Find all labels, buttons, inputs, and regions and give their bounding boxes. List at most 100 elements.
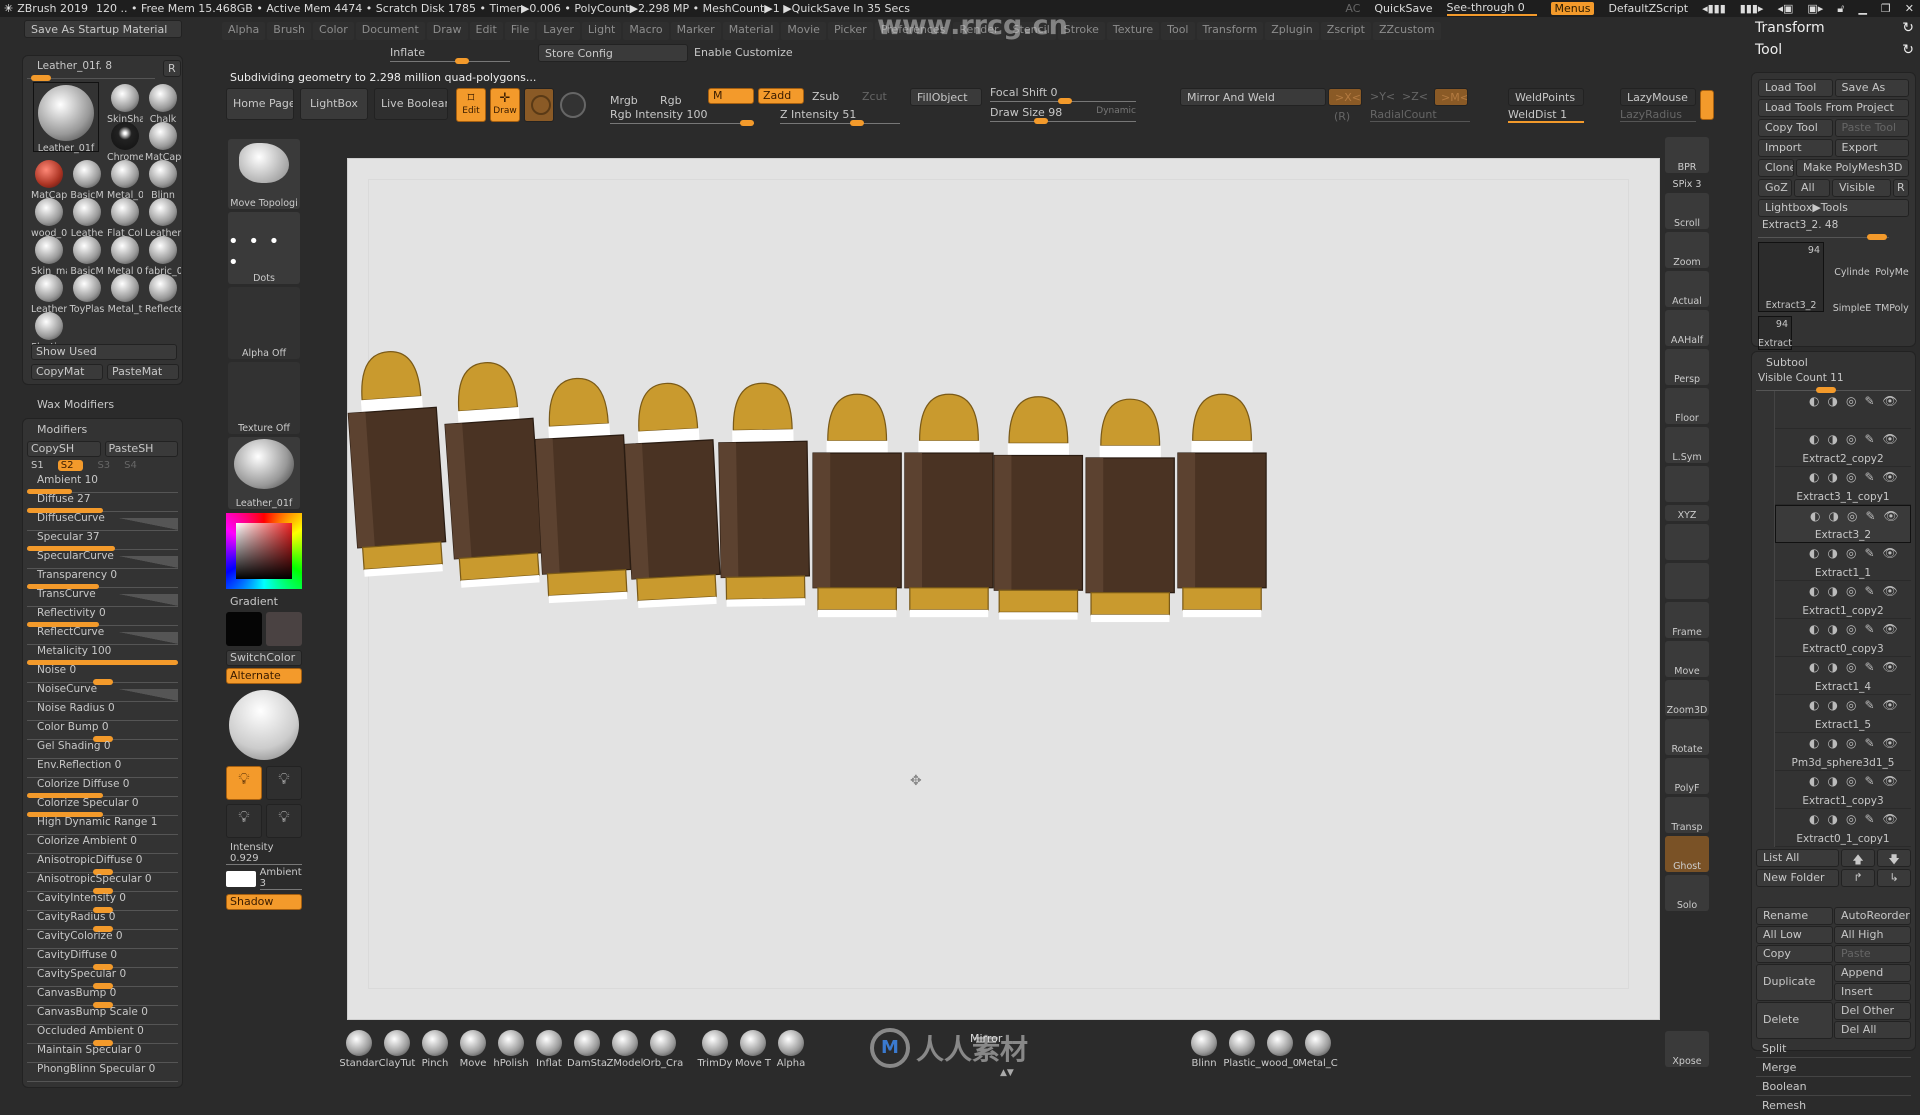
- light-color-swatch[interactable]: [226, 870, 256, 887]
- secondary-color-swatch[interactable]: [266, 612, 302, 646]
- folder-icon[interactable]: ◎: [1846, 622, 1856, 636]
- shelf-zoom[interactable]: Zoom: [1665, 232, 1709, 268]
- copy-subtool-button[interactable]: Copy: [1756, 945, 1833, 963]
- brush-icon[interactable]: ✎: [1864, 698, 1874, 712]
- export-button[interactable]: Export: [1834, 139, 1909, 157]
- light-1-icon[interactable]: 💡︎: [226, 766, 262, 800]
- mirror-and-weld-button[interactable]: Mirror And Weld: [1180, 88, 1326, 106]
- brush-icon[interactable]: ✎: [1864, 812, 1874, 826]
- rename-button[interactable]: Rename: [1756, 907, 1833, 925]
- wax-modifiers-header[interactable]: Wax Modifiers: [37, 398, 114, 411]
- import-button[interactable]: Import: [1758, 139, 1833, 157]
- weld-points-button[interactable]: WeldPoints: [1508, 88, 1584, 106]
- gradient-label[interactable]: Gradient: [230, 595, 302, 608]
- subtool-item[interactable]: ◐ ◑ ◎ ✎ 👁︎ Extract3_1_copy1: [1775, 467, 1911, 505]
- material-toggle-icon[interactable]: ◑: [1827, 622, 1837, 636]
- lazy-step-button[interactable]: [1700, 90, 1714, 120]
- polypaint-toggle-icon[interactable]: ◐: [1809, 622, 1819, 636]
- list-all-button[interactable]: List All: [1756, 849, 1839, 867]
- folder-icon[interactable]: ◎: [1846, 394, 1856, 408]
- modifier-slider[interactable]: CanvasBump Scale 0: [27, 1006, 178, 1025]
- material-swatch[interactable]: Leather: [145, 196, 181, 239]
- shelf-brush[interactable]: DamSta: [567, 1028, 607, 1069]
- modifier-slider[interactable]: Transparency 0: [27, 569, 178, 589]
- mirror-m-button[interactable]: >M<: [1434, 88, 1468, 106]
- menu-layer[interactable]: Layer: [537, 22, 580, 40]
- eye-icon[interactable]: 👁︎: [1883, 812, 1898, 826]
- modifier-slider[interactable]: Gel Shading 0: [27, 740, 178, 759]
- zcut-button[interactable]: Zcut: [862, 90, 887, 103]
- material-swatch[interactable]: Flat Col: [107, 196, 143, 239]
- polypaint-toggle-icon[interactable]: ◐: [1809, 698, 1819, 712]
- tool-header[interactable]: Tool: [1755, 42, 1782, 64]
- tool-thumbnail[interactable]: PolyMe: [1872, 242, 1912, 278]
- material-swatch[interactable]: fabric_0: [145, 234, 181, 277]
- modifier-slider[interactable]: Diffuse 27: [27, 493, 178, 513]
- draw-size-slider[interactable]: Draw Size 98 Dynamic: [990, 106, 1136, 124]
- modifier-slider[interactable]: Colorize Diffuse 0: [27, 778, 178, 798]
- tool-thumbnail[interactable]: SimpleE: [1832, 280, 1872, 314]
- material-swatch[interactable]: Metal_0: [107, 158, 143, 201]
- subtool-item[interactable]: ◐ ◑ ◎ ✎ 👁︎ Extract1_copy2: [1775, 581, 1911, 619]
- enable-customize-button[interactable]: Enable Customize: [694, 46, 793, 59]
- mirror-button[interactable]: Mirror: [970, 1032, 1002, 1045]
- brush-icon[interactable]: ✎: [1864, 432, 1874, 446]
- brush-icon[interactable]: ✎: [1864, 622, 1874, 636]
- goz-all-button[interactable]: All: [1794, 179, 1830, 197]
- folder-icon[interactable]: ◎: [1846, 736, 1856, 750]
- subtool-item[interactable]: ◐ ◑ ◎ ✎ 👁︎ Extract0_1_copy1: [1775, 809, 1911, 847]
- make-polymesh-button[interactable]: Make PolyMesh3D: [1796, 159, 1909, 177]
- store-config-button[interactable]: Store Config: [538, 44, 688, 62]
- shelf-collapse-icon[interactable]: ▲▼: [1000, 1068, 1014, 1078]
- material-reset-button[interactable]: R: [163, 60, 181, 77]
- radial-r-button[interactable]: (R): [1334, 110, 1350, 123]
- material-swatch[interactable]: Leathe: [69, 196, 105, 239]
- material-swatch[interactable]: Chrome: [107, 120, 143, 163]
- shelf-solo[interactable]: Solo: [1665, 875, 1709, 911]
- goz-visible-button[interactable]: Visible: [1832, 179, 1891, 197]
- material-toggle-icon[interactable]: ◑: [1827, 394, 1837, 408]
- modifier-slider[interactable]: NoiseCurve: [27, 683, 178, 702]
- shelf-floor[interactable]: Floor: [1665, 388, 1709, 424]
- menu-material[interactable]: Material: [722, 22, 780, 40]
- move-up-icon[interactable]: 🡅: [1841, 849, 1875, 867]
- fill-object-button[interactable]: FillObject: [910, 88, 982, 106]
- slot-s2[interactable]: S2: [57, 460, 84, 471]
- material-toggle-icon[interactable]: ◑: [1827, 432, 1837, 446]
- paste-subtool-button[interactable]: Paste: [1834, 945, 1911, 963]
- menu-alpha[interactable]: Alpha: [222, 22, 266, 40]
- modifier-slider[interactable]: PhongBlinn Specular 0: [27, 1063, 178, 1082]
- modifier-slider[interactable]: CanvasBump 0: [27, 987, 178, 1008]
- shelf-rotate[interactable]: Rotate: [1665, 719, 1709, 755]
- brush-icon[interactable]: ✎: [1864, 584, 1874, 598]
- lock-icon[interactable]: 🔓︎: [1837, 2, 1844, 16]
- polypaint-toggle-icon[interactable]: ◐: [1809, 546, 1819, 560]
- subtool-item[interactable]: ◐ ◑ ◎ ✎ 👁︎ Extract1_1: [1775, 543, 1911, 581]
- weld-dist-slider[interactable]: WeldDist 1: [1508, 108, 1584, 123]
- polypaint-toggle-icon[interactable]: ◐: [1809, 812, 1819, 826]
- ui-prev-icon[interactable]: ◂▣: [1777, 2, 1793, 15]
- all-low-button[interactable]: All Low: [1756, 926, 1833, 944]
- folder-icon[interactable]: ◎: [1846, 660, 1856, 674]
- polypaint-toggle-icon[interactable]: ◐: [1809, 584, 1819, 598]
- eye-icon[interactable]: 👁︎: [1883, 698, 1898, 712]
- folder-icon[interactable]: ◎: [1847, 509, 1857, 523]
- modifier-slider[interactable]: CavityDiffuse 0: [27, 949, 178, 970]
- subtool-item[interactable]: ◐ ◑ ◎ ✎ 👁︎ Extract3_2: [1775, 505, 1911, 543]
- viewport-canvas[interactable]: [347, 158, 1660, 1020]
- eye-icon[interactable]: 👁︎: [1884, 509, 1899, 523]
- eye-icon[interactable]: 👁︎: [1883, 660, 1898, 674]
- close-icon[interactable]: ✕: [1905, 2, 1914, 15]
- shelf-xyz[interactable]: XYZ: [1665, 505, 1709, 521]
- subtool-item[interactable]: ◐ ◑ ◎ ✎ 👁︎ Extract2_copy2: [1775, 429, 1911, 467]
- brush-icon[interactable]: ✎: [1865, 509, 1875, 523]
- material-swatch[interactable]: SkinSha: [107, 82, 143, 125]
- shelf-persp[interactable]: Persp: [1665, 349, 1709, 385]
- copy-mat-button[interactable]: CopyMat: [31, 364, 103, 380]
- material-toggle-icon[interactable]: ◑: [1827, 698, 1837, 712]
- subtool-item[interactable]: ◐ ◑ ◎ ✎ 👁︎: [1775, 391, 1911, 429]
- shelf-polyf[interactable]: PolyF: [1665, 758, 1709, 794]
- menu-zscript[interactable]: Zscript: [1320, 22, 1371, 40]
- material-swatch[interactable]: BasicM: [69, 234, 105, 277]
- save-startup-material-button[interactable]: Save As Startup Material: [24, 20, 182, 38]
